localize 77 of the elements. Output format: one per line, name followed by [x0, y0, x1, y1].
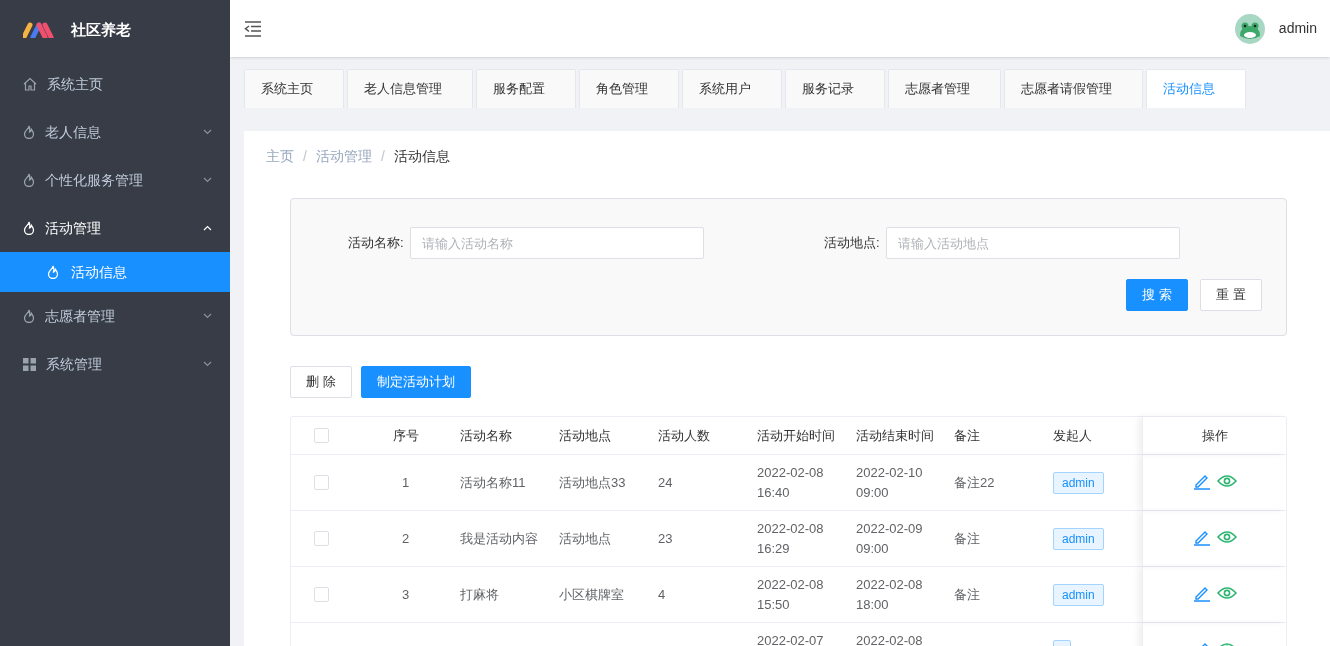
- tab[interactable]: 服务记录: [785, 69, 885, 108]
- table-cell-text: 活动地点: [559, 529, 611, 548]
- input-field[interactable]: 请输入活动名称: [409, 227, 704, 259]
- sidebar-item[interactable]: 系统管理: [0, 340, 230, 388]
- column-header: 活动开始时间: [757, 426, 835, 445]
- column-header: 活动地点: [559, 426, 611, 445]
- initiator-tag: admin: [1053, 527, 1104, 550]
- logo-icon: [23, 22, 55, 38]
- table-cell-text: 2022-02-09 09:00: [856, 520, 923, 558]
- breadcrumb-item: 活动信息: [393, 146, 450, 166]
- flame-icon: [23, 221, 35, 235]
- grid-icon: [23, 357, 36, 371]
- column-header: 操作: [1201, 426, 1228, 445]
- row-checkbox[interactable]: [314, 475, 329, 490]
- table-cell-text: 4: [658, 585, 666, 604]
- row-checkbox[interactable]: [314, 531, 329, 546]
- tab[interactable]: 系统主页: [244, 69, 344, 108]
- table-cell-text: 2022-02-08 16:29: [757, 520, 824, 558]
- breadcrumb-separator: /: [380, 146, 385, 166]
- column-header: 发起人: [1053, 426, 1092, 445]
- table-cell-text: 活动地点33: [559, 473, 626, 492]
- sidebar-item[interactable]: 个性化服务管理: [0, 156, 230, 204]
- select-all-checkbox[interactable]: [314, 428, 329, 443]
- tab[interactable]: 角色管理: [579, 69, 679, 108]
- initiator-tag: admin: [1053, 471, 1104, 494]
- reset-button[interactable]: 重 置: [1200, 279, 1262, 311]
- table-cell-text: 2022-02-08 18:00: [856, 576, 923, 614]
- flame-icon: [23, 309, 35, 323]
- table-cell-text: 2022-02-08 15:50: [757, 576, 824, 614]
- view-icon[interactable]: [1216, 529, 1237, 544]
- flame-icon: [23, 125, 35, 139]
- table-cell-text: 打麻将: [460, 585, 499, 604]
- table-cell-text: 备注: [954, 585, 980, 604]
- breadcrumb-separator: /: [303, 146, 307, 166]
- delete-button[interactable]: 删 除: [290, 366, 352, 398]
- table-cell-text: 1: [401, 473, 410, 492]
- view-icon[interactable]: [1216, 585, 1237, 600]
- field-label: 活动名称:: [348, 234, 404, 253]
- table-cell-text: 2022-02-08: [856, 632, 923, 646]
- tab[interactable]: 志愿者管理: [888, 69, 1001, 108]
- table-cell-text: 我是活动内容: [460, 529, 538, 548]
- tab[interactable]: 系统用户: [682, 69, 782, 108]
- user-name[interactable]: admin: [1278, 18, 1317, 39]
- column-header: 活动名称: [460, 426, 512, 445]
- tab[interactable]: 志愿者请假管理: [1004, 69, 1143, 108]
- table-cell-text: 备注22: [954, 473, 995, 492]
- flame-icon: [47, 265, 59, 279]
- table-cell-text: 备注: [954, 529, 980, 548]
- flame-icon: [23, 173, 35, 187]
- sidebar-item[interactable]: 老人信息: [0, 108, 230, 156]
- column-header: 活动结束时间: [856, 426, 934, 445]
- initiator-tag: admin: [1053, 583, 1104, 606]
- table-cell-text: 3: [401, 585, 410, 604]
- column-header: 活动人数: [658, 426, 710, 445]
- table-cell-text: 23: [658, 529, 673, 548]
- table-cell-text: 2022-02-08 16:40: [757, 464, 824, 502]
- view-icon[interactable]: [1216, 473, 1237, 488]
- field-label: 活动地点:: [824, 234, 880, 253]
- brand-title: 社区养老: [71, 19, 131, 40]
- home-icon: [23, 77, 37, 91]
- sidebar-item[interactable]: 志愿者管理: [0, 292, 230, 340]
- table-cell-text: 小区棋牌室: [559, 585, 624, 604]
- table-cell-text: 活动名称11: [460, 473, 526, 492]
- avatar-icon[interactable]: [1234, 13, 1265, 44]
- input-field[interactable]: 请输入活动地点: [885, 227, 1180, 259]
- row-checkbox[interactable]: [314, 587, 329, 602]
- table-cell-text: 2: [401, 529, 410, 548]
- menu-icon[interactable]: [244, 20, 262, 37]
- sidebar-item[interactable]: 系统主页: [0, 60, 230, 108]
- column-header: 序号: [392, 426, 419, 445]
- column-header: 备注: [954, 426, 980, 445]
- tab[interactable]: 服务配置: [476, 69, 576, 108]
- table-cell-text: 24: [658, 473, 673, 492]
- sidebar-item[interactable]: 活动管理: [0, 204, 230, 252]
- table-cell-text: 2022-02-10 09:00: [856, 464, 923, 502]
- tab[interactable]: 老人信息管理: [347, 69, 473, 108]
- table-cell-text: 2022-02-07: [757, 632, 824, 646]
